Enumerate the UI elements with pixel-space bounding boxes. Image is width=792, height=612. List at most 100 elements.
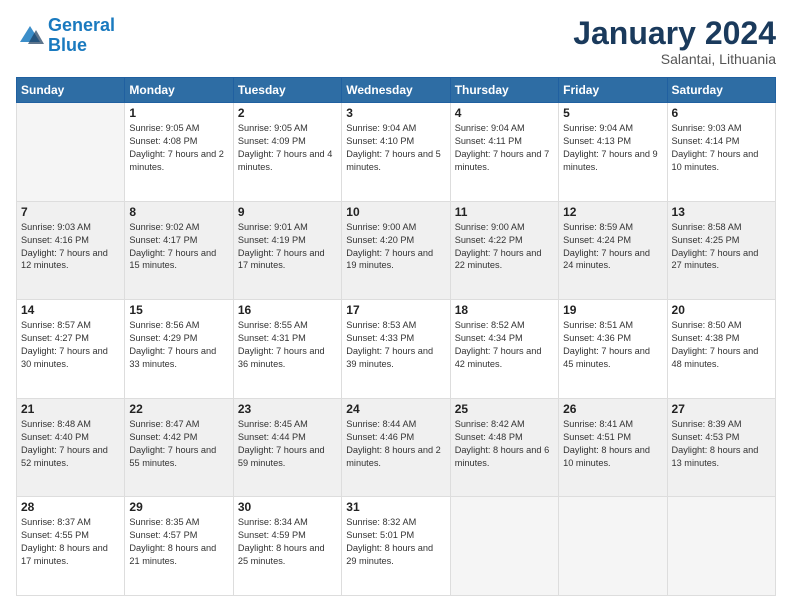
table-cell <box>17 103 125 202</box>
day-number: 10 <box>346 205 445 219</box>
week-row-3: 14 Sunrise: 8:57 AMSunset: 4:27 PMDaylig… <box>17 300 776 399</box>
col-wednesday: Wednesday <box>342 78 450 103</box>
day-info: Sunrise: 9:03 AMSunset: 4:16 PMDaylight:… <box>21 221 120 273</box>
table-cell: 6 Sunrise: 9:03 AMSunset: 4:14 PMDayligh… <box>667 103 775 202</box>
day-number: 26 <box>563 402 662 416</box>
day-number: 25 <box>455 402 554 416</box>
day-info: Sunrise: 8:42 AMSunset: 4:48 PMDaylight:… <box>455 418 554 470</box>
day-info: Sunrise: 8:39 AMSunset: 4:53 PMDaylight:… <box>672 418 771 470</box>
table-cell: 29 Sunrise: 8:35 AMSunset: 4:57 PMDaylig… <box>125 497 233 596</box>
day-number: 24 <box>346 402 445 416</box>
day-info: Sunrise: 9:02 AMSunset: 4:17 PMDaylight:… <box>129 221 228 273</box>
day-number: 7 <box>21 205 120 219</box>
day-number: 17 <box>346 303 445 317</box>
table-cell: 20 Sunrise: 8:50 AMSunset: 4:38 PMDaylig… <box>667 300 775 399</box>
day-number: 9 <box>238 205 337 219</box>
day-info: Sunrise: 8:48 AMSunset: 4:40 PMDaylight:… <box>21 418 120 470</box>
week-row-1: 1 Sunrise: 9:05 AMSunset: 4:08 PMDayligh… <box>17 103 776 202</box>
page: General Blue January 2024 Salantai, Lith… <box>0 0 792 612</box>
table-cell: 22 Sunrise: 8:47 AMSunset: 4:42 PMDaylig… <box>125 398 233 497</box>
day-number: 15 <box>129 303 228 317</box>
table-cell: 13 Sunrise: 8:58 AMSunset: 4:25 PMDaylig… <box>667 201 775 300</box>
day-info: Sunrise: 8:34 AMSunset: 4:59 PMDaylight:… <box>238 516 337 568</box>
day-info: Sunrise: 9:03 AMSunset: 4:14 PMDaylight:… <box>672 122 771 174</box>
day-info: Sunrise: 8:52 AMSunset: 4:34 PMDaylight:… <box>455 319 554 371</box>
day-info: Sunrise: 8:53 AMSunset: 4:33 PMDaylight:… <box>346 319 445 371</box>
week-row-4: 21 Sunrise: 8:48 AMSunset: 4:40 PMDaylig… <box>17 398 776 497</box>
day-info: Sunrise: 8:57 AMSunset: 4:27 PMDaylight:… <box>21 319 120 371</box>
day-number: 11 <box>455 205 554 219</box>
table-cell: 5 Sunrise: 9:04 AMSunset: 4:13 PMDayligh… <box>559 103 667 202</box>
table-cell: 26 Sunrise: 8:41 AMSunset: 4:51 PMDaylig… <box>559 398 667 497</box>
day-number: 30 <box>238 500 337 514</box>
day-info: Sunrise: 8:50 AMSunset: 4:38 PMDaylight:… <box>672 319 771 371</box>
day-number: 5 <box>563 106 662 120</box>
day-info: Sunrise: 8:41 AMSunset: 4:51 PMDaylight:… <box>563 418 662 470</box>
weekday-header-row: Sunday Monday Tuesday Wednesday Thursday… <box>17 78 776 103</box>
day-number: 21 <box>21 402 120 416</box>
day-number: 20 <box>672 303 771 317</box>
table-cell: 1 Sunrise: 9:05 AMSunset: 4:08 PMDayligh… <box>125 103 233 202</box>
day-number: 1 <box>129 106 228 120</box>
day-info: Sunrise: 8:35 AMSunset: 4:57 PMDaylight:… <box>129 516 228 568</box>
col-tuesday: Tuesday <box>233 78 341 103</box>
title-block: January 2024 Salantai, Lithuania <box>573 16 776 67</box>
table-cell: 28 Sunrise: 8:37 AMSunset: 4:55 PMDaylig… <box>17 497 125 596</box>
col-saturday: Saturday <box>667 78 775 103</box>
table-cell: 9 Sunrise: 9:01 AMSunset: 4:19 PMDayligh… <box>233 201 341 300</box>
day-info: Sunrise: 8:59 AMSunset: 4:24 PMDaylight:… <box>563 221 662 273</box>
table-cell: 25 Sunrise: 8:42 AMSunset: 4:48 PMDaylig… <box>450 398 558 497</box>
day-number: 27 <box>672 402 771 416</box>
day-info: Sunrise: 9:04 AMSunset: 4:10 PMDaylight:… <box>346 122 445 174</box>
day-number: 22 <box>129 402 228 416</box>
day-number: 31 <box>346 500 445 514</box>
table-cell: 23 Sunrise: 8:45 AMSunset: 4:44 PMDaylig… <box>233 398 341 497</box>
day-number: 4 <box>455 106 554 120</box>
day-info: Sunrise: 8:44 AMSunset: 4:46 PMDaylight:… <box>346 418 445 470</box>
table-cell: 11 Sunrise: 9:00 AMSunset: 4:22 PMDaylig… <box>450 201 558 300</box>
day-number: 23 <box>238 402 337 416</box>
day-number: 12 <box>563 205 662 219</box>
day-number: 2 <box>238 106 337 120</box>
day-number: 28 <box>21 500 120 514</box>
logo: General Blue <box>16 16 115 56</box>
day-info: Sunrise: 8:58 AMSunset: 4:25 PMDaylight:… <box>672 221 771 273</box>
calendar-table: Sunday Monday Tuesday Wednesday Thursday… <box>16 77 776 596</box>
day-info: Sunrise: 9:05 AMSunset: 4:08 PMDaylight:… <box>129 122 228 174</box>
table-cell: 24 Sunrise: 8:44 AMSunset: 4:46 PMDaylig… <box>342 398 450 497</box>
day-number: 29 <box>129 500 228 514</box>
table-cell: 30 Sunrise: 8:34 AMSunset: 4:59 PMDaylig… <box>233 497 341 596</box>
day-info: Sunrise: 8:45 AMSunset: 4:44 PMDaylight:… <box>238 418 337 470</box>
table-cell: 17 Sunrise: 8:53 AMSunset: 4:33 PMDaylig… <box>342 300 450 399</box>
col-monday: Monday <box>125 78 233 103</box>
day-info: Sunrise: 9:05 AMSunset: 4:09 PMDaylight:… <box>238 122 337 174</box>
table-cell: 19 Sunrise: 8:51 AMSunset: 4:36 PMDaylig… <box>559 300 667 399</box>
day-number: 13 <box>672 205 771 219</box>
table-cell: 18 Sunrise: 8:52 AMSunset: 4:34 PMDaylig… <box>450 300 558 399</box>
day-number: 8 <box>129 205 228 219</box>
day-number: 18 <box>455 303 554 317</box>
table-cell: 12 Sunrise: 8:59 AMSunset: 4:24 PMDaylig… <box>559 201 667 300</box>
logo-line2: Blue <box>48 35 87 55</box>
subtitle: Salantai, Lithuania <box>573 51 776 67</box>
col-sunday: Sunday <box>17 78 125 103</box>
col-thursday: Thursday <box>450 78 558 103</box>
logo-line1: General <box>48 15 115 35</box>
table-cell: 16 Sunrise: 8:55 AMSunset: 4:31 PMDaylig… <box>233 300 341 399</box>
day-number: 19 <box>563 303 662 317</box>
table-cell <box>450 497 558 596</box>
day-info: Sunrise: 8:32 AMSunset: 5:01 PMDaylight:… <box>346 516 445 568</box>
table-cell: 21 Sunrise: 8:48 AMSunset: 4:40 PMDaylig… <box>17 398 125 497</box>
table-cell <box>559 497 667 596</box>
logo-text: General Blue <box>48 16 115 56</box>
day-info: Sunrise: 9:04 AMSunset: 4:13 PMDaylight:… <box>563 122 662 174</box>
table-cell: 15 Sunrise: 8:56 AMSunset: 4:29 PMDaylig… <box>125 300 233 399</box>
table-cell <box>667 497 775 596</box>
table-cell: 10 Sunrise: 9:00 AMSunset: 4:20 PMDaylig… <box>342 201 450 300</box>
day-number: 3 <box>346 106 445 120</box>
header: General Blue January 2024 Salantai, Lith… <box>16 16 776 67</box>
table-cell: 4 Sunrise: 9:04 AMSunset: 4:11 PMDayligh… <box>450 103 558 202</box>
table-cell: 3 Sunrise: 9:04 AMSunset: 4:10 PMDayligh… <box>342 103 450 202</box>
day-info: Sunrise: 8:56 AMSunset: 4:29 PMDaylight:… <box>129 319 228 371</box>
day-info: Sunrise: 9:04 AMSunset: 4:11 PMDaylight:… <box>455 122 554 174</box>
